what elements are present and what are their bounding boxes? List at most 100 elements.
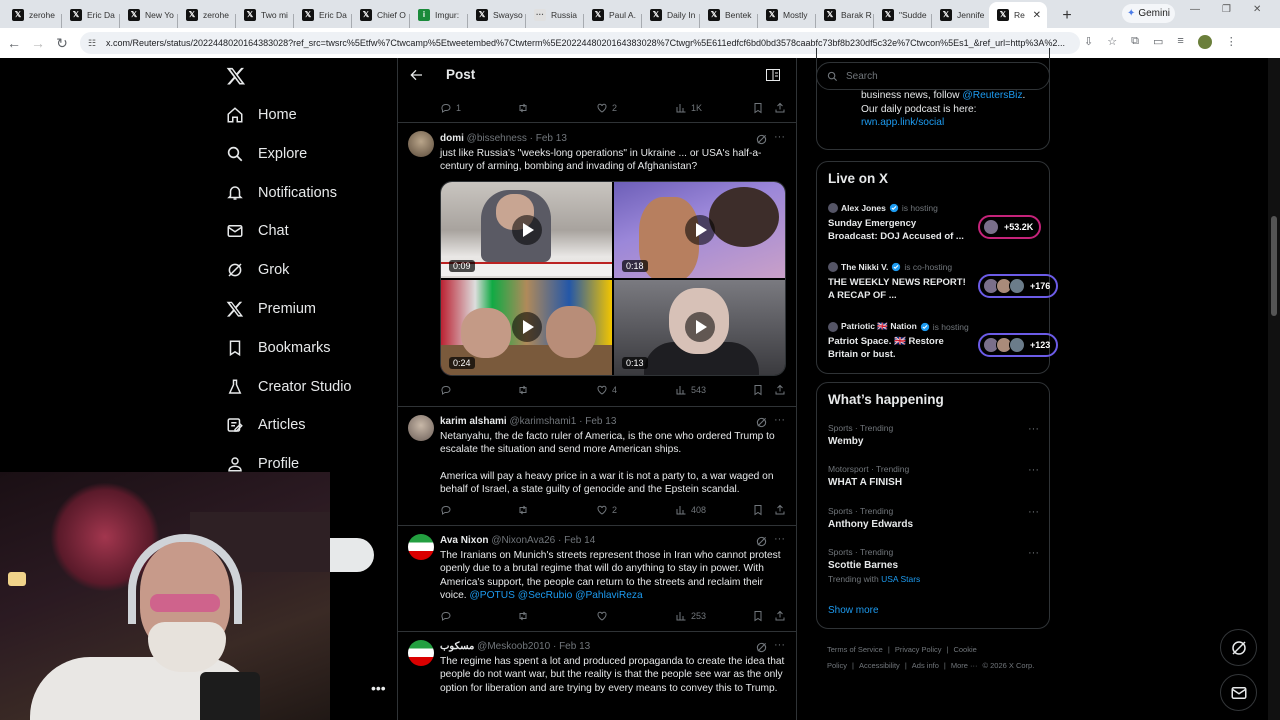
forward-icon[interactable]: →: [26, 31, 50, 55]
browser-tab[interactable]: 𝕏 Two mi: [236, 2, 293, 28]
like-button[interactable]: 2: [596, 102, 617, 114]
nav-item-grok[interactable]: Grok: [226, 261, 289, 279]
post-button[interactable]: [330, 538, 374, 572]
grok-icon[interactable]: [756, 134, 767, 145]
show-more-link[interactable]: Show more: [828, 605, 879, 616]
scrollbar[interactable]: [1268, 58, 1280, 720]
video-thumbnail[interactable]: 0:13: [614, 279, 785, 375]
more-options-icon[interactable]: ···: [774, 414, 785, 426]
bookmark-button[interactable]: [752, 102, 764, 114]
trending-with-link[interactable]: USA Stars: [881, 574, 920, 584]
nav-item-premium[interactable]: Premium: [226, 300, 316, 318]
browser-tab[interactable]: 𝕏zerohe: [178, 2, 235, 28]
split-view-icon[interactable]: ▭: [1153, 35, 1163, 49]
gemini-button[interactable]: ✦ Gemini: [1122, 4, 1175, 23]
account-more-icon[interactable]: •••: [371, 680, 386, 696]
profile-avatar[interactable]: [1197, 35, 1212, 49]
views-button[interactable]: 408: [675, 504, 706, 516]
reload-icon[interactable]: ↻: [50, 31, 74, 55]
back-arrow-icon[interactable]: [408, 67, 424, 83]
live-space-item[interactable]: The Nikki V. is co-hosting THE WEEKLY NEWS…: [828, 262, 1059, 310]
grok-fab[interactable]: [1220, 629, 1257, 666]
grok-icon[interactable]: [756, 417, 767, 428]
messages-fab[interactable]: [1220, 674, 1257, 711]
host-name[interactable]: Patriotic 🇬🇧 Nation: [841, 321, 917, 332]
trend-item[interactable]: Motorsport · Trending WHAT A FINISH ···: [828, 464, 1042, 488]
nav-item-explore[interactable]: Explore: [226, 145, 307, 163]
like-button[interactable]: 2: [596, 504, 617, 516]
video-thumbnail[interactable]: 0:09: [441, 182, 612, 278]
share-button[interactable]: [774, 102, 786, 114]
podcast-link[interactable]: rwn.app.link/social: [861, 117, 944, 128]
browser-tab[interactable]: ··· Russia: [526, 2, 583, 28]
repost-button[interactable]: [517, 102, 533, 114]
handle[interactable]: @bissehness: [467, 133, 527, 144]
star-icon[interactable]: ☆: [1107, 35, 1117, 49]
more-options-icon[interactable]: ···: [774, 131, 785, 143]
like-button[interactable]: 4: [596, 384, 617, 396]
search-input[interactable]: Search: [846, 71, 878, 82]
play-icon[interactable]: [684, 312, 715, 343]
browser-tab[interactable]: 𝕏 Chief O: [352, 2, 409, 28]
handle[interactable]: @Meskoob2010: [477, 641, 550, 652]
repost-button[interactable]: [517, 384, 533, 396]
grok-icon[interactable]: [756, 642, 767, 653]
browser-tab[interactable]: 𝕏 Re ✕: [989, 2, 1047, 28]
trend-more-icon[interactable]: ···: [1028, 547, 1039, 559]
trend-more-icon[interactable]: ···: [1028, 506, 1039, 518]
scrollbar-thumb[interactable]: [1271, 216, 1277, 316]
share-button[interactable]: [774, 610, 786, 622]
avatar[interactable]: [408, 415, 434, 441]
trend-item[interactable]: Sports · Trending Anthony Edwards ···: [828, 506, 1042, 530]
browser-tab[interactable]: 𝕏 "Sudde: [874, 2, 931, 28]
display-name[interactable]: domi: [440, 133, 464, 144]
nav-item-articles[interactable]: Articles: [226, 416, 306, 434]
site-info-icon[interactable]: ☷: [88, 38, 100, 49]
bookmark-button[interactable]: [752, 384, 764, 396]
space-title[interactable]: THE WEEKLY NEWS REPORT! A RECAP OF ...: [828, 276, 968, 302]
play-icon[interactable]: [511, 312, 542, 343]
reader-mode-icon[interactable]: [766, 69, 780, 81]
close-tab-icon[interactable]: ✕: [1033, 10, 1041, 21]
mention-link[interactable]: @SecRubio: [518, 590, 573, 601]
reply-button[interactable]: [440, 384, 456, 396]
listener-count-pill[interactable]: +123: [978, 333, 1059, 357]
browser-tab[interactable]: 𝕏 Jennife: [932, 2, 989, 28]
footer-link[interactable]: Privacy Policy: [895, 645, 942, 654]
display-name[interactable]: karim alshami: [440, 416, 507, 427]
trend-more-icon[interactable]: ···: [1028, 464, 1039, 476]
browser-tab[interactable]: 𝕏 Eric Da: [62, 2, 119, 28]
listener-count-pill[interactable]: +53.2K: [978, 215, 1042, 239]
x-logo-icon[interactable]: [226, 66, 246, 86]
tweet-date[interactable]: Feb 14: [564, 535, 595, 546]
reply-button[interactable]: [440, 504, 456, 516]
views-button[interactable]: 253: [675, 610, 706, 622]
back-icon[interactable]: ←: [2, 31, 26, 55]
nav-item-chat[interactable]: Chat: [226, 222, 289, 240]
repost-button[interactable]: [517, 504, 533, 516]
more-options-icon[interactable]: ···: [774, 639, 785, 651]
menu-icon[interactable]: ⋮: [1226, 35, 1237, 49]
mention-link[interactable]: @POTUS: [469, 590, 514, 601]
share-button[interactable]: [774, 384, 786, 396]
views-button[interactable]: 1K: [675, 102, 702, 114]
search-box[interactable]: Search: [816, 62, 1050, 90]
browser-tab[interactable]: 𝕏 Eric Da: [294, 2, 351, 28]
trend-item[interactable]: Sports · Trending Scottie Barnes ··· Trendi…: [828, 547, 1042, 584]
grok-icon[interactable]: [756, 536, 767, 547]
footer-link[interactable]: © 2026 X Corp.: [983, 661, 1035, 670]
more-options-icon[interactable]: ···: [774, 533, 785, 545]
footer-link[interactable]: Accessibility: [859, 661, 900, 670]
extensions-icon[interactable]: ⧉: [1131, 35, 1139, 49]
nav-item-profile[interactable]: Profile: [226, 455, 299, 473]
reutersbiz-link[interactable]: @ReutersBiz: [962, 90, 1022, 101]
reply-tweet[interactable]: domi @bissehness · Feb 13 ··· just like …: [398, 122, 796, 406]
browser-tab[interactable]: 𝕏 Bentek: [700, 2, 757, 28]
browser-tab[interactable]: i Imgur:: [410, 2, 467, 28]
footer-link[interactable]: Terms of Service: [827, 645, 883, 654]
browser-tab[interactable]: 𝕏 Swayso: [468, 2, 525, 28]
listener-count-pill[interactable]: +176: [978, 274, 1059, 298]
reply-button[interactable]: [440, 610, 456, 622]
trend-item[interactable]: Sports · Trending Wemby ···: [828, 423, 1042, 447]
video-thumbnail[interactable]: 0:18: [614, 182, 785, 278]
